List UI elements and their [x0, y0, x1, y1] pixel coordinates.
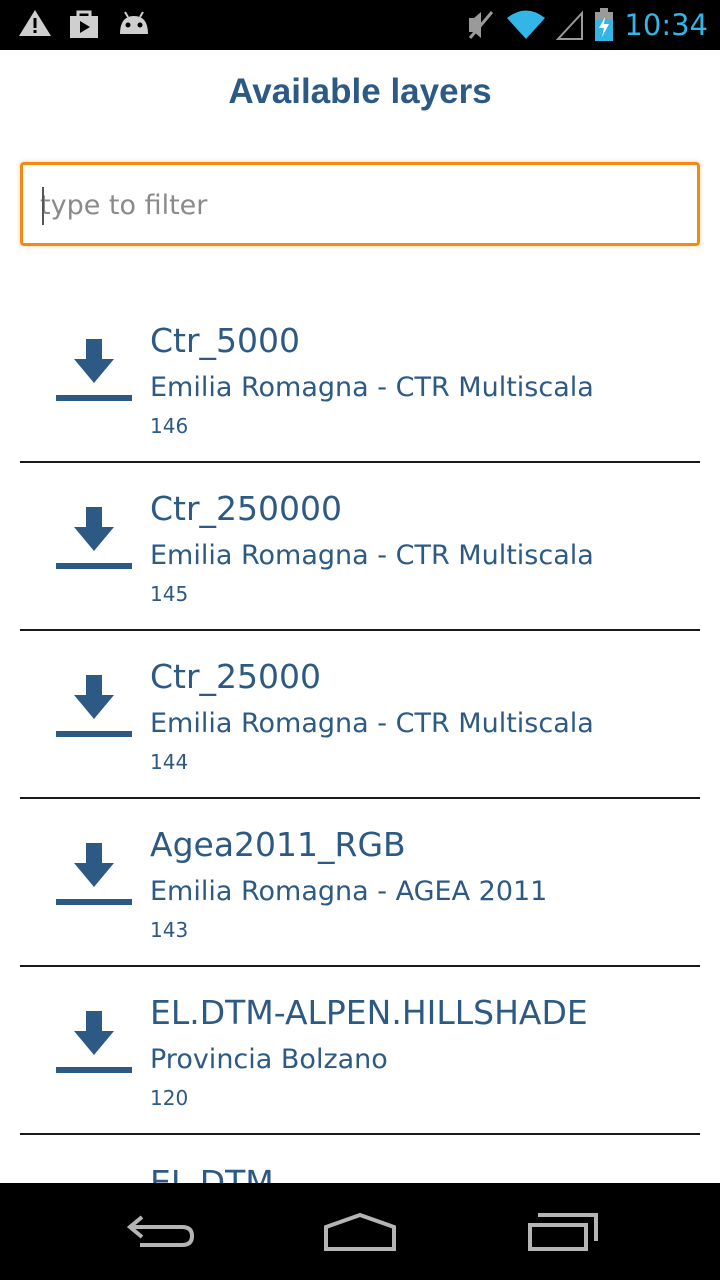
list-item[interactable]: Ctr_5000 Emilia Romagna - CTR Multiscala… — [20, 295, 700, 463]
nav-bar — [0, 1183, 720, 1280]
list-item[interactable]: Ctr_25000 Emilia Romagna - CTR Multiscal… — [20, 631, 700, 799]
status-bar: 10:34 — [0, 0, 720, 50]
battery-charging-icon — [594, 8, 614, 42]
layer-source: Provincia Bolzano — [150, 1044, 388, 1075]
layer-id: 145 — [150, 582, 189, 606]
layer-source: Emilia Romagna - CTR Multiscala — [150, 708, 594, 739]
layer-id: 144 — [150, 750, 189, 774]
download-icon[interactable] — [54, 675, 134, 743]
list-item[interactable]: Agea2011_RGB Emilia Romagna - AGEA 2011 … — [20, 799, 700, 967]
layer-name: Ctr_25000 — [150, 657, 322, 696]
layer-list[interactable]: Ctr_5000 Emilia Romagna - CTR Multiscala… — [0, 295, 720, 1183]
download-icon[interactable] — [54, 507, 134, 575]
layer-source: Emilia Romagna - CTR Multiscala — [150, 372, 594, 403]
layer-name: Ctr_250000 — [150, 489, 343, 528]
layer-id: 143 — [150, 918, 189, 942]
screen: 10:34 Available layers Ctr_5000 Emilia R… — [0, 0, 720, 1280]
page-title: Available layers — [228, 72, 492, 111]
download-icon[interactable] — [54, 1011, 134, 1079]
android-icon — [116, 8, 152, 40]
recent-apps-icon[interactable] — [526, 1211, 600, 1257]
layer-name: Agea2011_RGB — [150, 825, 406, 864]
download-icon[interactable] — [54, 843, 134, 911]
list-item[interactable]: EL.DTM — [20, 1135, 700, 1183]
layer-id: 120 — [150, 1086, 189, 1110]
list-item[interactable]: EL.DTM-ALPEN.HILLSHADE Provincia Bolzano… — [20, 967, 700, 1135]
list-item[interactable]: Ctr_250000 Emilia Romagna - CTR Multisca… — [20, 463, 700, 631]
layer-id: 146 — [150, 414, 189, 438]
filter-input[interactable] — [40, 183, 680, 227]
filter-field[interactable] — [20, 162, 700, 246]
layer-name: Ctr_5000 — [150, 321, 301, 360]
layer-source: Emilia Romagna - AGEA 2011 — [150, 876, 548, 907]
warning-icon — [18, 8, 52, 40]
download-icon[interactable] — [54, 339, 134, 407]
home-icon[interactable] — [322, 1211, 398, 1257]
clock: 10:34 — [624, 8, 708, 42]
layer-source: Emilia Romagna - CTR Multiscala — [150, 540, 594, 571]
layer-name: EL.DTM — [150, 1163, 274, 1183]
wifi-icon — [506, 9, 546, 41]
signal-icon — [556, 9, 584, 41]
mute-icon — [466, 8, 496, 42]
layer-name: EL.DTM-ALPEN.HILLSHADE — [150, 993, 588, 1032]
back-icon[interactable] — [124, 1211, 196, 1255]
play-store-icon — [68, 8, 100, 40]
text-cursor — [42, 187, 44, 225]
